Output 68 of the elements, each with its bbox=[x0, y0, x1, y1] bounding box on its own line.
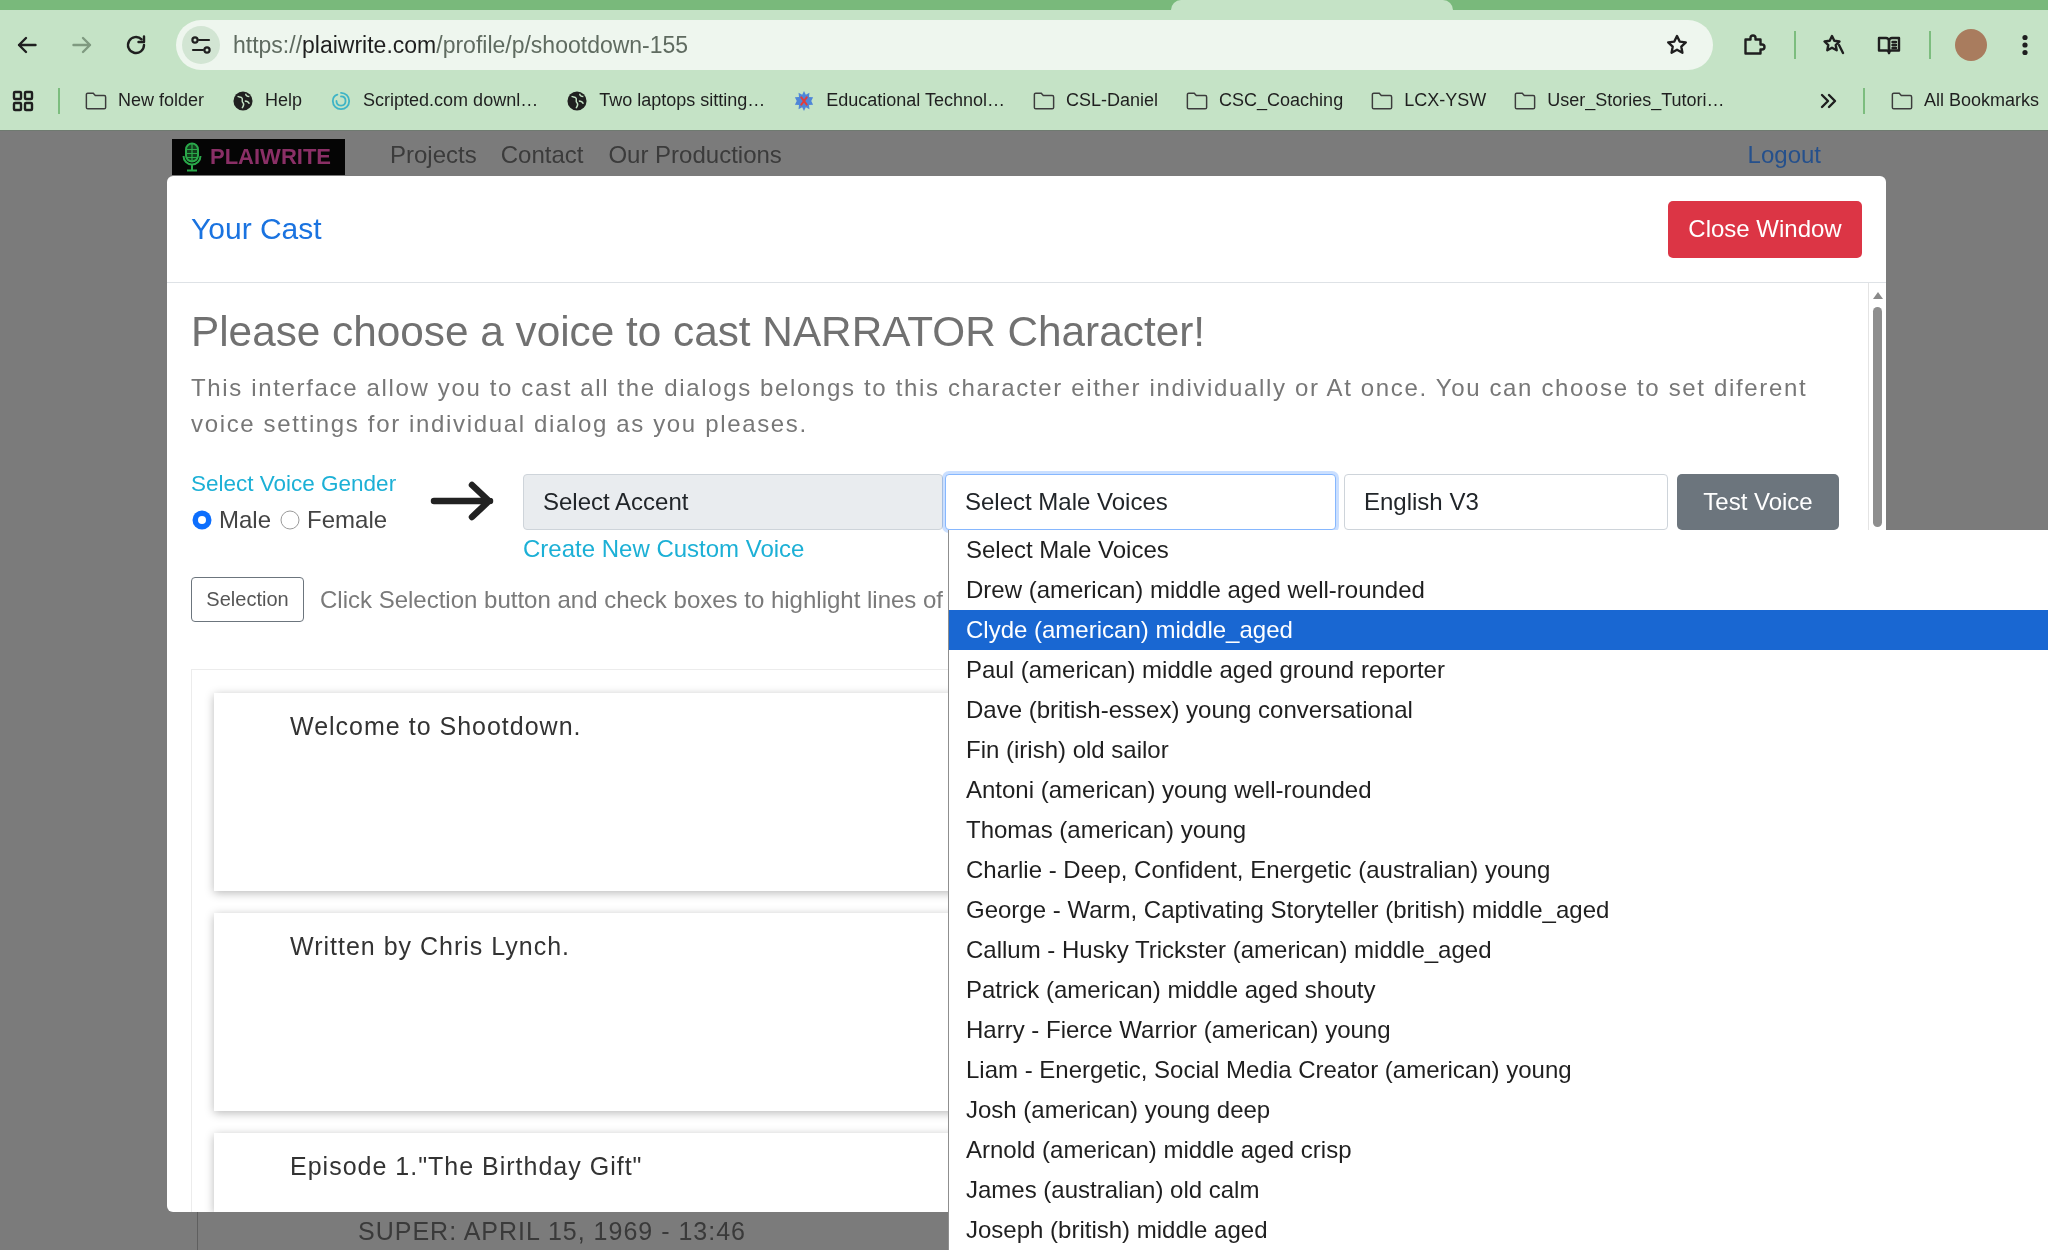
bookmark-item[interactable]: CSC_Coaching bbox=[1186, 90, 1344, 111]
dropdown-option[interactable]: Joseph (british) middle aged bbox=[949, 1210, 2048, 1250]
dialog-line-text: Welcome to Shootdown. bbox=[290, 712, 582, 740]
close-window-button[interactable]: Close Window bbox=[1668, 200, 1862, 258]
folder-icon bbox=[85, 90, 107, 111]
bookmark-item[interactable]: All Bookmarks bbox=[1890, 90, 2039, 111]
globe-icon bbox=[232, 90, 255, 111]
dialog-line-text: Written by Chris Lynch. bbox=[290, 932, 571, 960]
bookmark-item[interactable]: Scripted.com downl… bbox=[330, 90, 539, 111]
dropdown-option[interactable]: Select Male Voices bbox=[949, 530, 2048, 570]
selection-hint-text: Click Selection button and check boxes to highlight lines of bbox=[320, 585, 944, 614]
bookmark-item[interactable]: Educational Technol… bbox=[793, 90, 1006, 111]
folder-icon bbox=[1890, 90, 1913, 111]
dropdown-option[interactable]: Callum - Husky Trickster (american) middle_aged bbox=[949, 930, 2048, 970]
address-bar[interactable]: https://plaiwrite.com/profile/p/shootdown-155 bbox=[176, 20, 1713, 70]
scroll-up-icon[interactable] bbox=[1872, 292, 1883, 299]
dropdown-option[interactable]: Arnold (american) middle aged crisp bbox=[949, 1130, 2048, 1170]
folder-icon bbox=[1514, 90, 1537, 111]
dropdown-option[interactable]: Charlie - Deep, Confident, Energetic (australian) young bbox=[949, 850, 2048, 890]
select-field[interactable]: English V3 bbox=[1344, 474, 1668, 530]
dropdown-option[interactable]: Drew (american) middle aged well-rounded bbox=[949, 570, 2048, 610]
url-text: https://plaiwrite.com/profile/p/shootdown-155 bbox=[233, 31, 689, 59]
bookmark-item[interactable]: User_Stories_Tutori… bbox=[1514, 90, 1725, 111]
script-line-text: SUPER: APRIL 15, 1969 - 13:46 bbox=[357, 1216, 746, 1246]
description-text: This interface allow you to cast all the dialogs belongs to this character either individually or At once. You can choose to set diferent voice settings for individual dialog as you pleases. bbox=[191, 373, 1809, 439]
gender-radio[interactable]: Male bbox=[191, 506, 272, 534]
modal-title: Your Cast bbox=[191, 212, 322, 246]
bookmark-item[interactable]: Help bbox=[232, 90, 303, 111]
swirl-icon bbox=[330, 90, 353, 111]
dropdown-option[interactable]: Harry - Fierce Warrior (american) young bbox=[949, 1010, 2048, 1050]
dropdown-option[interactable]: Patrick (american) middle aged shouty bbox=[949, 970, 2048, 1010]
dropdown-option[interactable]: James (australian) old calm bbox=[949, 1170, 2048, 1210]
folder-icon bbox=[1033, 90, 1056, 111]
dropdown-option[interactable]: Antoni (american) young well-rounded bbox=[949, 770, 2048, 810]
page-heading: Please choose a voice to cast NARRATOR Character! bbox=[191, 307, 1206, 357]
star-icon[interactable] bbox=[1665, 33, 1689, 57]
dropdown-option[interactable]: Dave (british-essex) young conversational bbox=[949, 690, 2048, 730]
dialog-line-text: Episode 1."The Birthday Gift" bbox=[290, 1152, 643, 1180]
scrollbar-thumb[interactable] bbox=[1873, 307, 1882, 527]
globe-icon bbox=[566, 90, 589, 111]
gender-radio[interactable]: Female bbox=[279, 506, 388, 534]
dropdown-option[interactable]: Liam - Energetic, Social Media Creator (american) young bbox=[949, 1050, 2048, 1090]
apps-grid-icon[interactable] bbox=[12, 89, 34, 112]
avatar-icon[interactable] bbox=[1955, 29, 1987, 61]
site-settings-icon[interactable] bbox=[182, 26, 220, 64]
dropdown-option[interactable]: Thomas (american) young bbox=[949, 810, 2048, 850]
bookmark-item[interactable]: New folder bbox=[85, 90, 205, 111]
bookmark-item[interactable]: LCX-YSW bbox=[1371, 90, 1487, 111]
select-field[interactable]: Select Male Voices bbox=[945, 474, 1336, 530]
dropdown-option[interactable]: Paul (american) middle aged ground reporter bbox=[949, 650, 2048, 690]
dropdown-option[interactable]: Clyde (american) middle_aged bbox=[949, 610, 2048, 650]
test-voice-button[interactable]: Test Voice bbox=[1677, 474, 1839, 530]
dropdown-option[interactable]: George - Warm, Captivating Storyteller (british) middle_aged bbox=[949, 890, 2048, 930]
bookmark-item[interactable]: Two laptops sitting… bbox=[566, 90, 766, 111]
menu-icon[interactable] bbox=[2021, 33, 2029, 57]
starburst-icon bbox=[793, 90, 816, 111]
bookmark-item[interactable]: CSL-Daniel bbox=[1033, 90, 1159, 111]
gender-label: Select Voice Gender bbox=[191, 470, 398, 498]
dropdown-option[interactable]: Fin (irish) old sailor bbox=[949, 730, 2048, 770]
microphone-icon bbox=[182, 142, 202, 172]
selection-button[interactable]: Selection bbox=[191, 577, 304, 622]
puzzle-icon[interactable] bbox=[1742, 33, 1766, 57]
folder-icon bbox=[1371, 90, 1394, 111]
dropdown-option[interactable]: Josh (american) young deep bbox=[949, 1090, 2048, 1130]
logo-text: PLAIWRITE bbox=[210, 144, 331, 170]
folder-icon bbox=[1186, 90, 1209, 111]
reload-icon[interactable] bbox=[124, 33, 148, 57]
bookmarks-star-icon[interactable] bbox=[1822, 33, 1846, 57]
